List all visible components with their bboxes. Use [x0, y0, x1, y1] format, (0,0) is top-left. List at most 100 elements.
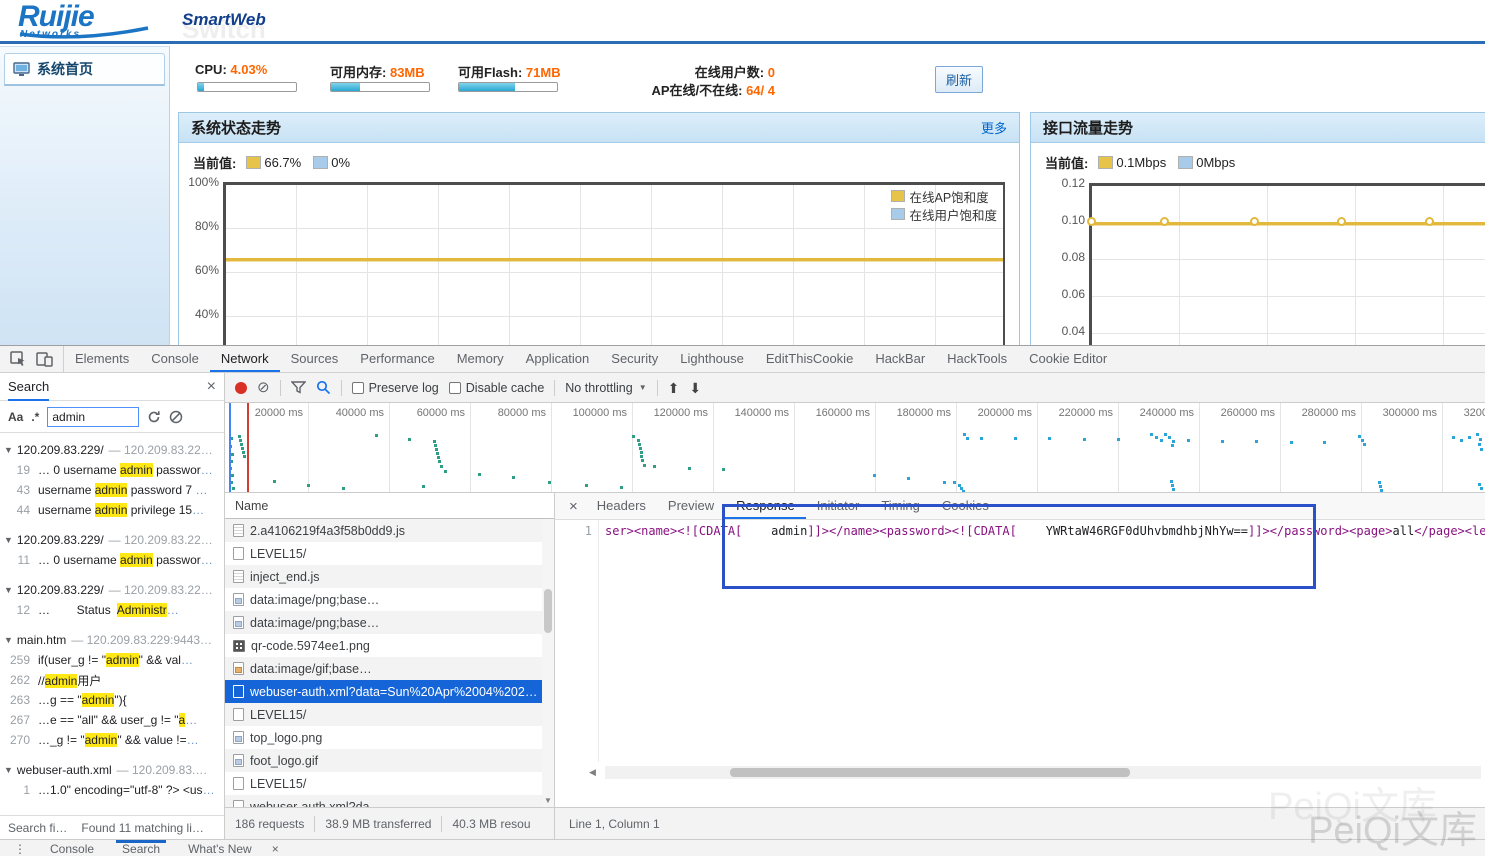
- timeline-request-dot: [1476, 433, 1479, 436]
- clear-search-icon[interactable]: [169, 410, 183, 424]
- search-match-row[interactable]: 1…1.0" encoding="utf-8" ?> <us…: [0, 780, 224, 800]
- drawer-menu-icon[interactable]: ⋮: [0, 842, 36, 856]
- disable-cache-checkbox[interactable]: Disable cache: [449, 381, 545, 395]
- search-match-row[interactable]: 270…_g != "admin" && value !=…: [0, 730, 224, 750]
- timeline-request-dot: [433, 440, 436, 443]
- search-result-file-header[interactable]: ▼120.209.83.229/— 120.209.83.22…: [0, 530, 224, 550]
- devtools-tab-performance[interactable]: Performance: [349, 346, 445, 372]
- search-match-row[interactable]: 43username admin password 7 …: [0, 480, 224, 500]
- filter-icon[interactable]: [291, 381, 306, 394]
- scrollbar-thumb[interactable]: [544, 589, 552, 633]
- request-list-name-header[interactable]: Name: [225, 493, 554, 519]
- sidebar-item-home[interactable]: 系统首页: [4, 53, 165, 86]
- detail-horizontal-scrollbar[interactable]: ◀: [605, 766, 1481, 779]
- network-request-row[interactable]: inject_end.js: [225, 565, 554, 588]
- match-case-button[interactable]: Aa: [8, 410, 23, 424]
- detail-tab-initiator[interactable]: Initiator: [806, 493, 871, 519]
- online-users-value: 0: [768, 65, 775, 80]
- devtools-tab-lighthouse[interactable]: Lighthouse: [669, 346, 755, 372]
- result-file-url: — 120.209.83.…: [117, 763, 208, 777]
- throttling-dropdown[interactable]: No throttling▼: [565, 381, 646, 395]
- network-request-row[interactable]: data:image/png;base…: [225, 611, 554, 634]
- search-result-file-header[interactable]: ▼120.209.83.229/— 120.209.83.22…: [0, 580, 224, 600]
- match-text: //admin用户: [38, 672, 101, 689]
- network-request-row[interactable]: webuser-auth.xml?da…: [225, 795, 554, 807]
- timeline-request-dot: [1361, 439, 1364, 442]
- search-icon[interactable]: [316, 380, 331, 395]
- network-request-row[interactable]: qr-code.5974ee1.png: [225, 634, 554, 657]
- close-detail-icon[interactable]: ×: [561, 498, 586, 515]
- timeline-request-dot: [231, 474, 234, 477]
- response-content: ser><name><![CDATA[ admin]]></name><pass…: [605, 524, 1485, 538]
- devtools-tab-hackbar[interactable]: HackBar: [864, 346, 936, 372]
- detail-tab-response[interactable]: Response: [725, 493, 806, 519]
- refresh-button[interactable]: 刷新: [935, 66, 983, 93]
- search-match-row[interactable]: 44username admin privilege 15…: [0, 500, 224, 520]
- network-request-row[interactable]: data:image/png;base…: [225, 588, 554, 611]
- detail-tab-timing[interactable]: Timing: [870, 493, 931, 519]
- request-list-scrollbar[interactable]: ▼: [542, 519, 554, 807]
- devtools-tab-sources[interactable]: Sources: [280, 346, 350, 372]
- scrollbar-thumb[interactable]: [730, 768, 1130, 777]
- search-match-row[interactable]: 263…g == "admin"){: [0, 690, 224, 710]
- timeline-request-dot: [639, 447, 642, 450]
- scroll-down-icon[interactable]: ▼: [544, 796, 552, 805]
- more-link[interactable]: 更多: [981, 118, 1007, 137]
- search-result-file-header[interactable]: ▼120.209.83.229/— 120.209.83.22…: [0, 440, 224, 460]
- network-request-row[interactable]: 2.a4106219f4a3f58b0dd9.js: [225, 519, 554, 542]
- timeline-request-dot: [1014, 437, 1017, 440]
- preserve-log-label: Preserve log: [369, 381, 439, 395]
- response-segment-tag: ]]></password><page>: [1248, 524, 1393, 538]
- record-icon[interactable]: [235, 382, 247, 394]
- drawer-tab-what-s-new[interactable]: What's New: [174, 840, 266, 856]
- clear-icon[interactable]: ⊘: [257, 382, 270, 394]
- devtools-tab-security[interactable]: Security: [600, 346, 669, 372]
- devtools-tab-editthiscookie[interactable]: EditThisCookie: [755, 346, 864, 372]
- network-overview-timeline[interactable]: 20000 ms40000 ms60000 ms80000 ms100000 m…: [225, 403, 1485, 493]
- refresh-search-icon[interactable]: [147, 410, 161, 424]
- search-result-file-header[interactable]: ▼webuser-auth.xml— 120.209.83.…: [0, 760, 224, 780]
- current-value-chip: 0%: [313, 155, 350, 170]
- search-match-row[interactable]: 11… 0 username admin passwor…: [0, 550, 224, 570]
- search-match-row[interactable]: 12… Status Administr…: [0, 600, 224, 620]
- devtools-tab-elements[interactable]: Elements: [64, 346, 140, 372]
- drawer-tab-close-icon[interactable]: ×: [266, 842, 285, 856]
- network-request-row[interactable]: webuser-auth.xml?data=Sun%20Apr%2004%202…: [225, 680, 554, 703]
- preserve-log-checkbox[interactable]: Preserve log: [352, 381, 439, 395]
- devtools-tab-memory[interactable]: Memory: [446, 346, 515, 372]
- search-input[interactable]: [47, 407, 139, 427]
- network-request-row[interactable]: foot_logo.gif: [225, 749, 554, 772]
- response-code-area[interactable]: 1 ser><name><![CDATA[ admin]]></name><pa…: [555, 520, 1485, 762]
- detail-tab-headers[interactable]: Headers: [586, 493, 657, 519]
- app-header: Ruijie Networks Switch SmartWeb: [0, 0, 1485, 44]
- devtools-tab-cookie-editor[interactable]: Cookie Editor: [1018, 346, 1118, 372]
- network-request-row[interactable]: LEVEL15/: [225, 772, 554, 795]
- system-stats: CPU: 4.03% 可用内存: 83MB 可用Flash: 71MB 在线用户…: [170, 46, 1485, 110]
- devtools-tab-application[interactable]: Application: [515, 346, 601, 372]
- network-request-row[interactable]: LEVEL15/: [225, 542, 554, 565]
- drawer-tab-console[interactable]: Console: [36, 840, 108, 856]
- detail-tab-preview[interactable]: Preview: [657, 493, 725, 519]
- export-har-icon[interactable]: ⬇: [689, 382, 701, 394]
- search-pane-close-icon[interactable]: ×: [207, 378, 216, 396]
- devtools-tab-network[interactable]: Network: [210, 346, 280, 372]
- search-match-row[interactable]: 267…e == "all" && user_g != "a…: [0, 710, 224, 730]
- device-toolbar-icon[interactable]: [36, 352, 53, 367]
- search-match-row[interactable]: 262//admin用户: [0, 670, 224, 690]
- line-number-gutter: 1: [555, 520, 599, 762]
- scroll-left-icon[interactable]: ◀: [589, 767, 596, 778]
- devtools-tab-console[interactable]: Console: [140, 346, 210, 372]
- timeline-request-dot: [434, 444, 437, 447]
- detail-tab-cookies[interactable]: Cookies: [931, 493, 1000, 519]
- search-result-file-header[interactable]: ▼main.htm— 120.209.83.229:9443…: [0, 630, 224, 650]
- search-match-row[interactable]: 259if(user_g != "admin" && val…: [0, 650, 224, 670]
- network-request-row[interactable]: data:image/gif;base…: [225, 657, 554, 680]
- devtools-tab-hacktools[interactable]: HackTools: [936, 346, 1018, 372]
- regex-button[interactable]: .*: [31, 410, 39, 424]
- import-har-icon[interactable]: ⬆: [668, 382, 680, 394]
- network-request-row[interactable]: top_logo.png: [225, 726, 554, 749]
- network-request-row[interactable]: LEVEL15/: [225, 703, 554, 726]
- search-match-row[interactable]: 19… 0 username admin passwor…: [0, 460, 224, 480]
- inspect-element-icon[interactable]: [10, 351, 26, 367]
- drawer-tab-search[interactable]: Search: [108, 840, 174, 856]
